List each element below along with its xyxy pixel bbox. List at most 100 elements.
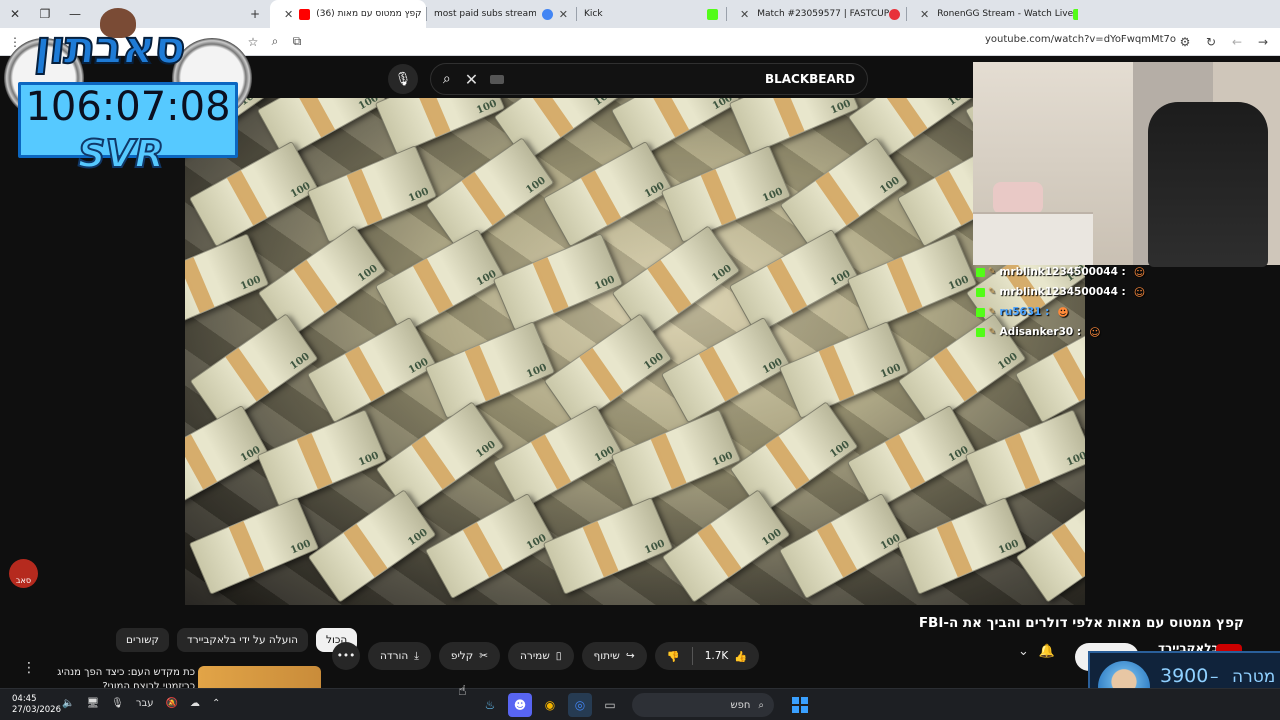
clock-time: 04:45	[12, 694, 37, 704]
share-label: שיתוף	[593, 650, 620, 662]
search-label: חפש	[730, 699, 751, 711]
fastcup-favicon-icon	[889, 8, 901, 20]
chat-message: ✎ Adisanker30 : ☺	[976, 322, 1156, 342]
like-button[interactable]: 1.7K 👍	[693, 642, 760, 670]
share-button[interactable]: שיתוף ↪	[581, 642, 647, 670]
kick-badge-icon	[976, 267, 985, 277]
tab-kick[interactable]: Kick	[576, 0, 726, 28]
clip-button[interactable]: קליפ ✂	[438, 642, 501, 670]
like-dislike-group: 👎 1.7K 👍	[654, 642, 760, 670]
screen: ✕ ❐ — + ✕ (36) קפץ ממטוס עם מאות most pa…	[0, 0, 1280, 720]
microphone-icon[interactable]: 🎙	[111, 698, 124, 709]
chat-user: mrblink1234500044 :	[999, 286, 1126, 298]
chat-user: mrblink1234500044 :	[999, 266, 1126, 278]
tray-chevron-up-icon[interactable]: ⌃	[212, 698, 220, 709]
chrome-icon[interactable]: ◎	[568, 693, 592, 717]
network-icon[interactable]: 🖥	[86, 698, 99, 709]
tab-fastcup[interactable]: ✕ Match #23059577 | FASTCUP	[726, 0, 906, 28]
reload-icon[interactable]: ↻	[1200, 31, 1222, 53]
notifications-off-icon[interactable]: 🔕	[166, 698, 178, 709]
emote-icon: ☺	[1133, 265, 1146, 279]
taskbar-clock[interactable]: 04:45 27/03/2026	[12, 694, 61, 716]
url-text[interactable]: youtube.com/watch?v=dYoFwqmMt7o	[985, 34, 1176, 45]
search-input[interactable]: ⌕ ✕ BLACKBEARD	[429, 63, 868, 95]
forward-icon[interactable]: ←	[1226, 31, 1248, 53]
cloud-icon[interactable]: ☁	[190, 698, 200, 709]
more-options-icon[interactable]: ⋮	[22, 660, 36, 676]
goal-dash: –	[1210, 667, 1219, 687]
mouse-cursor-icon: ☝	[458, 683, 467, 699]
thumbs-up-icon: 👍	[734, 650, 748, 663]
sub-avatar: סאב	[9, 559, 38, 588]
clock-date: 27/03/2026	[12, 705, 61, 715]
dislike-button[interactable]: 👎	[655, 642, 692, 670]
close-window-icon[interactable]: ✕	[0, 0, 30, 28]
emote-icon: ☺	[1133, 285, 1146, 299]
back-icon[interactable]: →	[1252, 31, 1274, 53]
video-title: קפץ ממטוס עם מאות אלפי דולרים והביך את ה…	[918, 615, 1244, 631]
related-chips: קשורים הועלה על ידי בלאקביירד הכול	[116, 628, 358, 652]
chat-message: ✎ mrblink1234500044 : ☺	[976, 262, 1156, 282]
zoom-icon[interactable]: ⌕	[264, 31, 286, 53]
nav-buttons: ⚙ ↻ ← →	[1174, 31, 1274, 53]
chat-user: Adisanker30 :	[999, 326, 1082, 338]
more-actions-icon[interactable]: •••	[332, 642, 360, 670]
clear-search-icon[interactable]: ✕	[465, 70, 478, 89]
google-favicon-icon	[541, 8, 553, 20]
file-explorer-icon[interactable]: ▭	[598, 693, 622, 717]
webcam-pillow	[993, 182, 1043, 214]
discord-icon[interactable]: ☻	[508, 693, 532, 717]
bell-icon[interactable]: 🔔	[1039, 644, 1055, 659]
side-video-thumbnail[interactable]	[198, 666, 321, 688]
goal-target: 3900	[1160, 665, 1209, 687]
tab-label: Match #23059577 | FASTCUP	[757, 9, 890, 19]
taskbar-apps: ♨ ☻ ◉ ◎ ▭ חפש ⌕	[478, 693, 808, 717]
tab-label: Kick	[584, 9, 603, 19]
youtube-search-bar: 🎙 ⌕ ✕ BLACKBEARD	[388, 62, 868, 96]
bookmark-star-icon[interactable]: ☆	[242, 31, 264, 53]
tab-youtube[interactable]: ✕ (36) קפץ ממטוס עם מאות	[270, 0, 426, 28]
pencil-badge-icon: ✎	[988, 327, 996, 337]
volume-icon[interactable]: 🔈	[62, 698, 74, 709]
thumbs-down-icon: 👎	[666, 650, 680, 663]
close-tab-icon[interactable]: ✕	[914, 8, 929, 21]
browser-tab-bar: ✕ ❐ — + ✕ (36) קפץ ממטוס עם מאות most pa…	[0, 0, 1280, 28]
steam-icon[interactable]: ♨	[478, 693, 502, 717]
video-player[interactable]	[185, 98, 1085, 605]
svr-tag: SVR	[77, 131, 165, 177]
system-tray: 🔈 🖥 🎙 עבר 🔕 ☁ ⌃	[62, 698, 220, 709]
chevron-down-icon[interactable]: ⌄	[1018, 644, 1029, 659]
save-button[interactable]: שמירה ▯	[508, 642, 574, 670]
tab-ronengg[interactable]: ✕ RonenGG Stream - Watch Live	[906, 0, 1078, 28]
windows-start-icon[interactable]	[792, 697, 808, 713]
bookmark-icon: ▯	[555, 650, 562, 662]
windows-taskbar: 04:45 27/03/2026 🔈 🖥 🎙 עבר 🔕 ☁ ⌃ ♨ ☻ ◉ ◎…	[0, 688, 1280, 720]
cast-icon[interactable]: ⧉	[286, 31, 308, 53]
save-label: שמירה	[520, 650, 550, 662]
close-tab-icon[interactable]: ✕	[553, 8, 568, 21]
download-icon: ⤓	[414, 649, 419, 662]
tab-google[interactable]: most paid subs streamers users ✕	[426, 0, 576, 28]
text-cursor	[490, 74, 505, 84]
close-tab-icon[interactable]: ✕	[734, 8, 749, 21]
voice-search-icon[interactable]: 🎙	[388, 64, 418, 94]
site-settings-icon[interactable]: ⚙	[1174, 31, 1196, 53]
new-tab-icon[interactable]: +	[240, 0, 270, 28]
kick-favicon-icon	[707, 8, 718, 20]
taskbar-search[interactable]: חפש ⌕	[632, 693, 774, 717]
language-indicator[interactable]: עבר	[136, 698, 154, 709]
share-icon: ↪	[625, 650, 635, 662]
pencil-badge-icon: ✎	[988, 287, 996, 297]
search-icon[interactable]: ⌕	[443, 71, 451, 87]
video-actions: ••• הורדה ⤓ קליפ ✂ שמירה ▯ שיתוף ↪ 👎 1.7…	[332, 642, 760, 670]
download-button[interactable]: הורדה ⤓	[368, 642, 431, 670]
tab-label: RonenGG Stream - Watch Live	[937, 9, 1074, 19]
close-tab-icon[interactable]: ✕	[278, 8, 293, 21]
chip-related[interactable]: קשורים	[116, 628, 169, 652]
chip-uploaded-by[interactable]: הועלה על ידי בלאקביירד	[177, 628, 309, 652]
download-label: הורדה	[380, 650, 409, 662]
obs-icon[interactable]: ◉	[538, 693, 562, 717]
tab-label: most paid subs streamers users	[434, 9, 536, 19]
kick-badge-icon	[976, 287, 985, 297]
kick-favicon-icon	[1073, 8, 1078, 20]
